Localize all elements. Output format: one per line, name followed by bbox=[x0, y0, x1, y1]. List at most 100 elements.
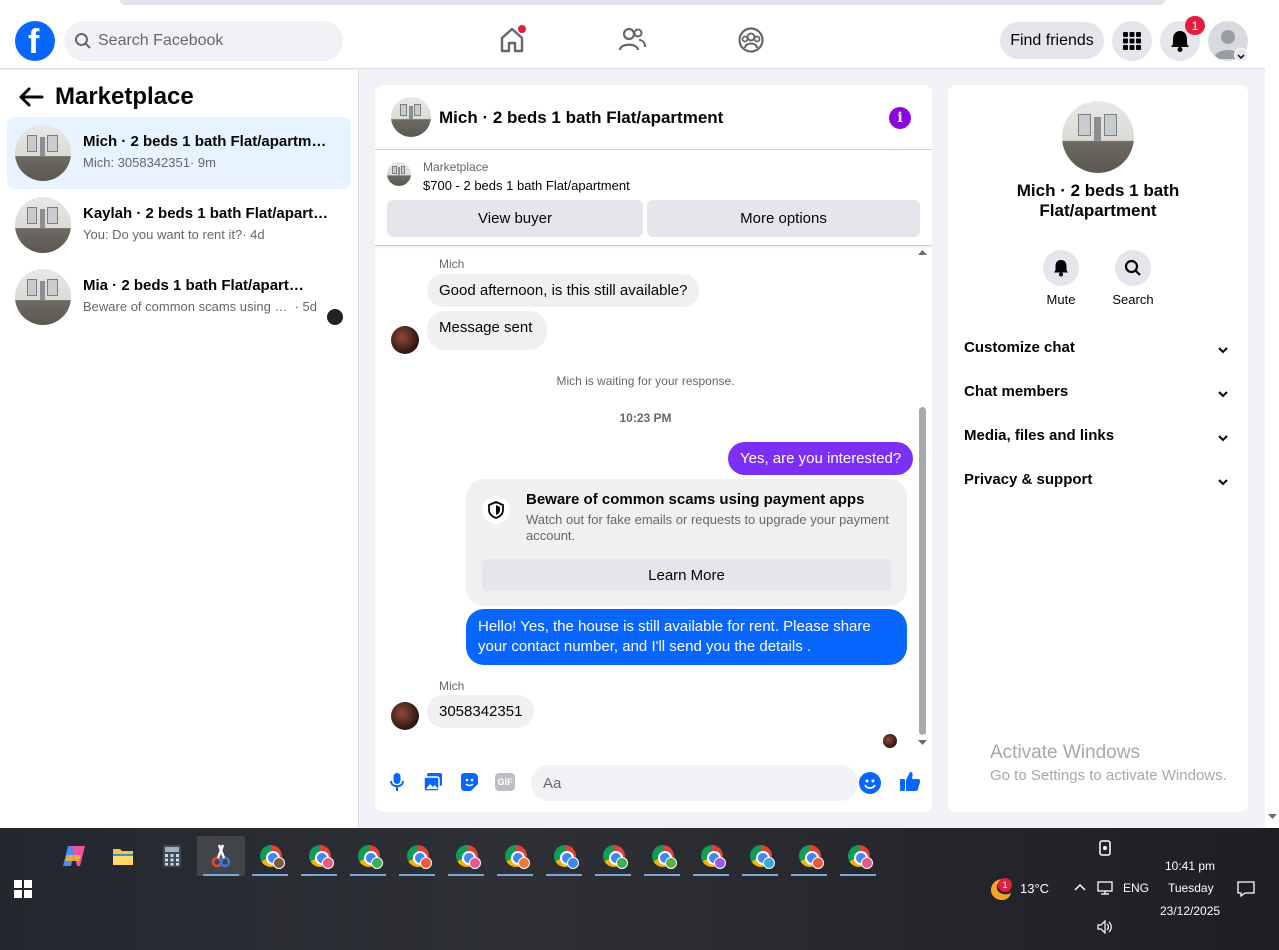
windows-start-icon[interactable] bbox=[14, 880, 32, 898]
chat-members-section[interactable]: Chat members bbox=[964, 383, 1232, 413]
outgoing-message[interactable]: Hello! Yes, the house is still available… bbox=[466, 609, 907, 665]
sender-avatar[interactable] bbox=[391, 326, 419, 354]
copilot-icon[interactable] bbox=[52, 836, 96, 876]
outgoing-message[interactable]: Yes, are you interested? bbox=[728, 442, 914, 475]
chrome-icon[interactable] bbox=[444, 836, 488, 876]
sender-avatar[interactable] bbox=[391, 702, 419, 730]
more-options-button[interactable]: More options bbox=[647, 200, 920, 237]
calculator-icon[interactable] bbox=[150, 836, 194, 876]
media-files-links-section[interactable]: Media, files and links bbox=[964, 427, 1232, 457]
chrome-icon[interactable] bbox=[248, 836, 292, 876]
chat-info-avatar[interactable] bbox=[1062, 101, 1134, 173]
thumbs-up-icon[interactable] bbox=[899, 770, 921, 792]
chevron-down-icon bbox=[1218, 435, 1228, 442]
windows-taskbar: 1 13°C ENG 10:41 pm Tuesday 23/12/2025 bbox=[0, 828, 1279, 950]
bell-icon bbox=[1171, 31, 1189, 52]
clock-day[interactable]: Tuesday bbox=[1168, 881, 1214, 895]
chrome-icon[interactable] bbox=[346, 836, 390, 876]
timestamp: 10:23 PM bbox=[619, 411, 672, 425]
chrome-icon[interactable] bbox=[689, 836, 733, 876]
home-icon[interactable] bbox=[497, 25, 527, 55]
chat-header: Mich · 2 beds 1 bath Flat/apartment i bbox=[375, 85, 932, 150]
read-receipt-avatar bbox=[327, 309, 343, 325]
conversation-item[interactable]: Mia · 2 beds 1 bath Flat/apartment Bewar… bbox=[7, 261, 351, 333]
account-chevron-icon[interactable] bbox=[1234, 48, 1248, 62]
meet-now-icon[interactable] bbox=[1097, 840, 1113, 856]
find-friends-button[interactable]: Find friends bbox=[1000, 22, 1104, 59]
conversation-name: Mia · 2 beds 1 bath Flat/apartment bbox=[83, 277, 317, 294]
incoming-message[interactable]: 3058342351 bbox=[427, 695, 535, 728]
listing-source: Marketplace bbox=[423, 160, 489, 174]
message-input-wrapper bbox=[531, 765, 881, 801]
clock-time[interactable]: 10:41 pm bbox=[1165, 859, 1215, 873]
listing-bar: Marketplace $700 - 2 beds 1 bath Flat/ap… bbox=[375, 150, 932, 246]
chrome-icon[interactable] bbox=[640, 836, 684, 876]
search-box[interactable] bbox=[64, 21, 343, 61]
chevron-down-icon bbox=[1218, 391, 1228, 398]
conversation-item[interactable]: Kaylah · 2 beds 1 bath Flat/apartment Yo… bbox=[7, 189, 351, 261]
chrome-icon[interactable] bbox=[493, 836, 537, 876]
mute-button[interactable]: Mute bbox=[1031, 250, 1091, 307]
search-in-chat-button[interactable]: Search bbox=[1103, 250, 1163, 307]
language-indicator[interactable]: ENG bbox=[1123, 881, 1149, 895]
listing-thumbnail bbox=[15, 269, 71, 325]
notification-center-icon[interactable] bbox=[1237, 881, 1255, 897]
address-bar[interactable] bbox=[120, 0, 1165, 5]
photo-icon[interactable] bbox=[423, 772, 443, 792]
customize-chat-section[interactable]: Customize chat bbox=[964, 339, 1232, 369]
groups-icon[interactable] bbox=[736, 25, 766, 55]
scrollbar-thumb[interactable] bbox=[919, 407, 926, 735]
chat-title[interactable]: Mich · 2 beds 1 bath Flat/apartment bbox=[439, 108, 723, 128]
page-scrollbar[interactable] bbox=[1265, 12, 1279, 828]
search-input[interactable] bbox=[98, 21, 333, 61]
snipping-tool-icon[interactable] bbox=[197, 836, 245, 876]
chevron-down-icon bbox=[1218, 479, 1228, 486]
chrome-icon[interactable] bbox=[836, 836, 880, 876]
conversation-list-panel: Marketplace Mich · 2 beds 1 bath Flat/ap… bbox=[0, 70, 359, 828]
learn-more-button[interactable]: Learn More bbox=[482, 559, 891, 591]
chrome-icon[interactable] bbox=[297, 836, 341, 876]
listing-price[interactable]: $700 - 2 beds 1 bath Flat/apartment bbox=[423, 178, 630, 193]
info-icon[interactable]: i bbox=[889, 107, 911, 129]
sender-name: Mich bbox=[439, 679, 465, 693]
friends-icon[interactable] bbox=[617, 25, 647, 55]
chrome-icon[interactable] bbox=[395, 836, 439, 876]
conversation-item[interactable]: Mich · 2 beds 1 bath Flat/apartment Mich… bbox=[7, 117, 351, 189]
chat-info-panel: Mich · 2 beds 1 bath Flat/apartment Mute… bbox=[948, 85, 1248, 812]
activate-windows-title: Activate Windows bbox=[990, 742, 1140, 763]
chevron-up-icon[interactable] bbox=[1074, 883, 1086, 891]
message-composer: GIF bbox=[375, 762, 932, 812]
incoming-message[interactable]: Good afternoon, is this still available? bbox=[427, 274, 700, 307]
mute-label: Mute bbox=[1046, 292, 1076, 307]
chat-avatar[interactable] bbox=[391, 97, 431, 137]
seen-avatar bbox=[883, 734, 897, 748]
network-icon[interactable] bbox=[1097, 881, 1113, 895]
chat-info-name: Mich · 2 beds 1 bath Flat/apartment bbox=[1016, 181, 1180, 220]
menu-button[interactable] bbox=[1112, 21, 1152, 61]
listing-thumbnail[interactable] bbox=[387, 162, 411, 186]
emoji-icon[interactable] bbox=[859, 772, 881, 794]
browser-address-strip bbox=[0, 0, 1279, 12]
gif-icon[interactable]: GIF bbox=[495, 772, 515, 792]
volume-icon[interactable] bbox=[1097, 920, 1113, 934]
chrome-icon[interactable] bbox=[738, 836, 782, 876]
incoming-message[interactable]: Message sent bbox=[427, 311, 548, 350]
facebook-logo[interactable]: f bbox=[15, 21, 55, 61]
file-explorer-icon[interactable] bbox=[101, 836, 145, 876]
search-label: Search bbox=[1112, 292, 1154, 307]
chat-scrollbar[interactable] bbox=[917, 247, 927, 747]
clock-date[interactable]: 23/12/2025 bbox=[1160, 904, 1220, 918]
message-input[interactable] bbox=[543, 765, 813, 801]
temperature[interactable]: 13°C bbox=[1020, 881, 1049, 896]
microphone-icon[interactable] bbox=[387, 772, 407, 792]
back-arrow-icon[interactable] bbox=[18, 86, 44, 108]
scam-warning-title: Beware of common scams using payment app… bbox=[526, 491, 865, 508]
chrome-icon[interactable] bbox=[542, 836, 586, 876]
privacy-support-section[interactable]: Privacy & support bbox=[964, 471, 1232, 501]
chrome-icon[interactable] bbox=[591, 836, 635, 876]
chrome-icon[interactable] bbox=[787, 836, 831, 876]
home-notification-dot bbox=[518, 25, 526, 33]
chevron-down-icon bbox=[1218, 347, 1228, 354]
sticker-icon[interactable] bbox=[459, 772, 479, 792]
view-buyer-button[interactable]: View buyer bbox=[387, 200, 643, 237]
